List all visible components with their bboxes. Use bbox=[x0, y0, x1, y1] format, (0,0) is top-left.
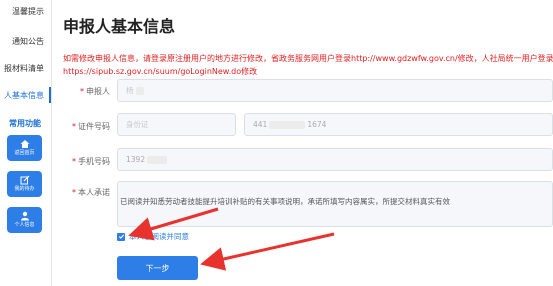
my-todo-button-label: 我的待办 bbox=[14, 186, 35, 192]
annotation-arrows bbox=[128, 207, 335, 271]
phone-label: * 手机号码 bbox=[72, 157, 110, 166]
commitment-text: 已阅读并知悉劳动者技能提升培训补贴的有关事项说明，承诺所填写内容属实，所提交材料… bbox=[117, 181, 553, 227]
arrow-to-next-button bbox=[200, 232, 335, 271]
page: 温馨提示 通知公告 报材料清单 人基本信息 常用功能 返回首页 我的待办 个人信… bbox=[0, 0, 553, 286]
edit-icon bbox=[20, 175, 29, 185]
user-icon bbox=[20, 211, 29, 221]
modify-notice: 如需修改申报人信息，请登录原注册用户的地方进行修改，省政务服务网用户登录http… bbox=[63, 52, 553, 78]
required-mark: * bbox=[72, 188, 76, 197]
required-mark: * bbox=[80, 87, 84, 96]
applicant-field[interactable]: 杨 bbox=[117, 79, 553, 102]
sidebar-item-tips[interactable]: 温馨提示 bbox=[0, 6, 50, 17]
common-functions-title: 常用功能 bbox=[9, 119, 41, 128]
agree-label[interactable]: 本人已阅读并同意 bbox=[129, 231, 189, 242]
redacted-text bbox=[269, 120, 306, 129]
commitment-label: * 本人承诺 bbox=[72, 188, 110, 197]
required-mark: * bbox=[72, 122, 76, 131]
home-icon bbox=[20, 140, 29, 148]
sidebar: 温馨提示 通知公告 报材料清单 人基本信息 常用功能 返回首页 我的待办 个人信… bbox=[0, 0, 52, 286]
required-mark: * bbox=[72, 157, 76, 166]
id-type-select[interactable]: 身份证 bbox=[117, 113, 236, 136]
phone-field[interactable]: 1392 bbox=[117, 148, 553, 171]
sidebar-item-applicant-info[interactable]: 人基本信息 bbox=[0, 90, 50, 101]
page-title: 申报人基本信息 bbox=[63, 17, 176, 36]
sidebar-item-notice[interactable]: 通知公告 bbox=[0, 36, 50, 47]
personal-info-button-label: 个人信息 bbox=[14, 222, 35, 228]
redacted-text bbox=[135, 86, 144, 95]
check-icon bbox=[118, 234, 124, 239]
notice-line-1: 如需修改申报人信息，请登录原注册用户的地方进行修改，省政务服务网用户登录http… bbox=[63, 54, 553, 63]
applicant-label: * 申报人 bbox=[80, 87, 110, 96]
agree-checkbox-row[interactable]: 本人已阅读并同意 bbox=[117, 231, 189, 242]
home-button-label: 返回首页 bbox=[14, 150, 35, 156]
id-number-field[interactable]: 441 1674 bbox=[244, 113, 553, 136]
redacted-text bbox=[147, 155, 168, 164]
personal-info-button[interactable]: 个人信息 bbox=[7, 207, 42, 233]
home-button[interactable]: 返回首页 bbox=[7, 135, 42, 161]
id-label: * 证件号码 bbox=[72, 122, 110, 131]
sidebar-item-materials[interactable]: 报材料清单 bbox=[0, 63, 50, 74]
notice-line-2: https://sipub.sz.gov.cn/suum/goLoginNew.… bbox=[63, 67, 258, 76]
sidebar-active-indicator bbox=[49, 87, 51, 103]
next-step-button[interactable]: 下一步 bbox=[117, 256, 198, 280]
agree-checkbox[interactable] bbox=[117, 232, 125, 241]
my-todo-button[interactable]: 我的待办 bbox=[7, 171, 42, 197]
